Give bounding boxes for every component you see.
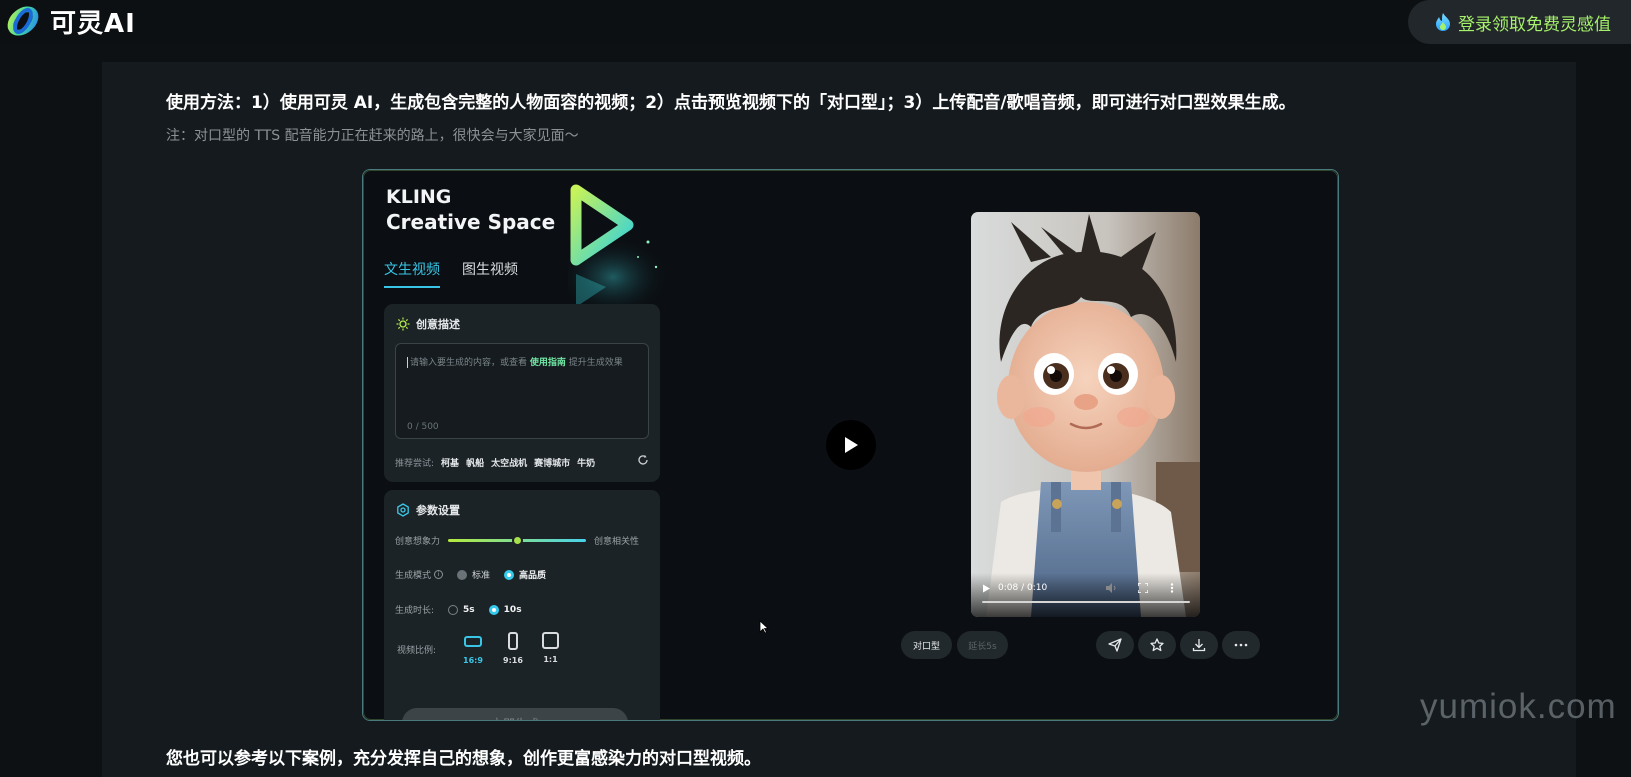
duration-option-10s[interactable]: 10s (504, 605, 522, 615)
ratio-1-1[interactable]: 1:1 (542, 632, 559, 664)
hidden-row-peek: 生 (395, 720, 404, 721)
ratio-1-1-label: 1:1 (543, 655, 558, 664)
video-menu-icon[interactable] (1170, 583, 1174, 593)
bulb-icon (396, 317, 410, 331)
favorite-button[interactable] (1138, 631, 1176, 659)
prompt-card-title: 创意描述 (396, 316, 460, 332)
suggest-label: 推荐尝试: (395, 459, 435, 469)
duration-row: 生成时长: 5s 10s (395, 603, 522, 616)
lip-sync-button[interactable]: 对口型 (901, 631, 952, 659)
watermark: yumiok.com (1420, 687, 1617, 726)
send-icon (1108, 638, 1122, 652)
kling-brand: KLING Creative Space (386, 185, 555, 235)
radio-high-quality[interactable] (504, 569, 515, 580)
slider-right-label: 创意相关性 (594, 537, 640, 547)
char-counter: 0 / 500 (407, 422, 439, 432)
duration-option-5s[interactable]: 5s (463, 605, 475, 615)
placeholder-pre: 请输入要生成的内容，或查看 (410, 358, 528, 368)
mouse-cursor-icon (759, 620, 769, 634)
mode-label: 生成模式 (395, 571, 432, 581)
suggestion-chip[interactable]: 牛奶 (577, 456, 595, 469)
guide-link[interactable]: 使用指南 (530, 358, 566, 368)
ratio-label: 视频比例: (397, 646, 437, 656)
video-progress-bar[interactable] (982, 601, 1190, 603)
video-player[interactable]: 0:08 / 0:10 (971, 212, 1200, 617)
star-icon (1150, 638, 1164, 652)
extend-button[interactable]: 延长5s (957, 631, 1008, 659)
radio-10s[interactable] (488, 604, 499, 615)
duration-label: 生成时长: (395, 606, 435, 616)
suggestions-row: 推荐尝试: 柯基 帆船 太空战机 赛博城市 牛奶 (395, 454, 649, 469)
top-bar: 可灵AI 登录领取免费灵感值 (0, 0, 1631, 44)
ratio-1-1-icon (542, 632, 559, 649)
settings-hex-icon (397, 503, 409, 517)
params-card-title-text: 参数设置 (416, 504, 460, 517)
ratio-16-9[interactable]: 16:9 (463, 632, 483, 665)
download-button[interactable] (1180, 631, 1218, 659)
mode-row: 生成模式 i 标准 高品质 (395, 568, 546, 581)
ratio-9-16-label: 9:16 (503, 656, 523, 665)
slider-left-label: 创意想象力 (395, 537, 441, 547)
flame-icon (1436, 13, 1450, 31)
video-play-icon[interactable] (982, 584, 991, 593)
login-label: 登录领取免费灵感值 (1458, 14, 1611, 35)
info-icon[interactable]: i (434, 570, 444, 579)
play-icon (845, 437, 858, 453)
kling-logo-icon (7, 6, 39, 36)
brand-line2: Creative Space (386, 210, 556, 234)
suggestion-chip[interactable]: 柯基 (441, 456, 459, 469)
volume-icon[interactable] (1106, 583, 1117, 593)
logo-text: 可灵AI (50, 8, 136, 39)
mode-tabs: 文生视频 图生视频 (384, 259, 518, 288)
params-card: 参数设置 创意想象力 创意相关性 生成模式 i 标准 高品质 生成时长: 5s … (384, 490, 660, 721)
generate-button[interactable]: 立即生成 (402, 708, 628, 720)
login-button[interactable]: 登录领取免费灵感值 (1408, 0, 1631, 44)
usage-instructions: 使用方法：1）使用可灵 AI，生成包含完整的人物面容的视频；2）点击预览视频下的… (166, 93, 1296, 113)
slider-knob[interactable] (511, 535, 523, 546)
kling-preview-image: KLING Creative Space 文生视频 图生视频 创意描述 请输入要… (362, 169, 1339, 721)
more-icon (1234, 643, 1248, 647)
placeholder-post: 提升生成效果 (568, 358, 623, 368)
mode-option-standard[interactable]: 标准 (472, 568, 490, 581)
radio-5s[interactable] (448, 604, 459, 615)
params-card-title: 参数设置 (396, 502, 460, 518)
video-controls: 0:08 / 0:10 (971, 573, 1200, 617)
fullscreen-icon[interactable] (1138, 583, 1148, 593)
play-button[interactable] (826, 420, 876, 470)
tts-note: 注：对口型的 TTS 配音能力正在赶来的路上，很快会与大家见面～ (166, 128, 579, 144)
more-button[interactable] (1222, 631, 1260, 659)
video-time: 0:08 / 0:10 (998, 583, 1048, 593)
boy-character-image (971, 212, 1200, 617)
prompt-input[interactable]: 请输入要生成的内容，或查看 使用指南 提升生成效果 0 / 500 (395, 343, 649, 439)
mode-option-hq[interactable]: 高品质 (519, 568, 546, 581)
examples-intro: 您也可以参考以下案例，充分发挥自己的想象，创作更富感染力的对口型视频。 (166, 749, 761, 769)
suggestion-chip[interactable]: 太空战机 (491, 456, 527, 469)
ratio-9-16[interactable]: 9:16 (503, 632, 523, 665)
ratio-16-9-label: 16:9 (463, 656, 483, 665)
prompt-card: 创意描述 请输入要生成的内容，或查看 使用指南 提升生成效果 0 / 500 推… (384, 304, 660, 482)
prompt-card-title-text: 创意描述 (416, 318, 460, 331)
refresh-icon[interactable] (637, 454, 649, 466)
share-button[interactable] (1096, 631, 1134, 659)
download-icon (1192, 639, 1206, 652)
tab-image-to-video[interactable]: 图生视频 (462, 259, 518, 288)
suggestion-chip[interactable]: 赛博城市 (534, 456, 570, 469)
suggestion-chip[interactable]: 帆船 (466, 456, 484, 469)
tab-text-to-video[interactable]: 文生视频 (384, 259, 440, 288)
ratio-16-9-icon (463, 636, 482, 647)
creativity-slider[interactable] (448, 535, 587, 546)
prompt-placeholder: 请输入要生成的内容，或查看 使用指南 提升生成效果 (407, 355, 623, 368)
text-caret (407, 357, 408, 368)
radio-standard[interactable] (457, 569, 468, 580)
app-logo[interactable]: 可灵AI (4, 2, 136, 40)
ratio-9-16-icon (507, 632, 518, 650)
brand-line1: KLING (386, 186, 452, 208)
creativity-row: 创意想象力 创意相关性 (395, 534, 639, 547)
